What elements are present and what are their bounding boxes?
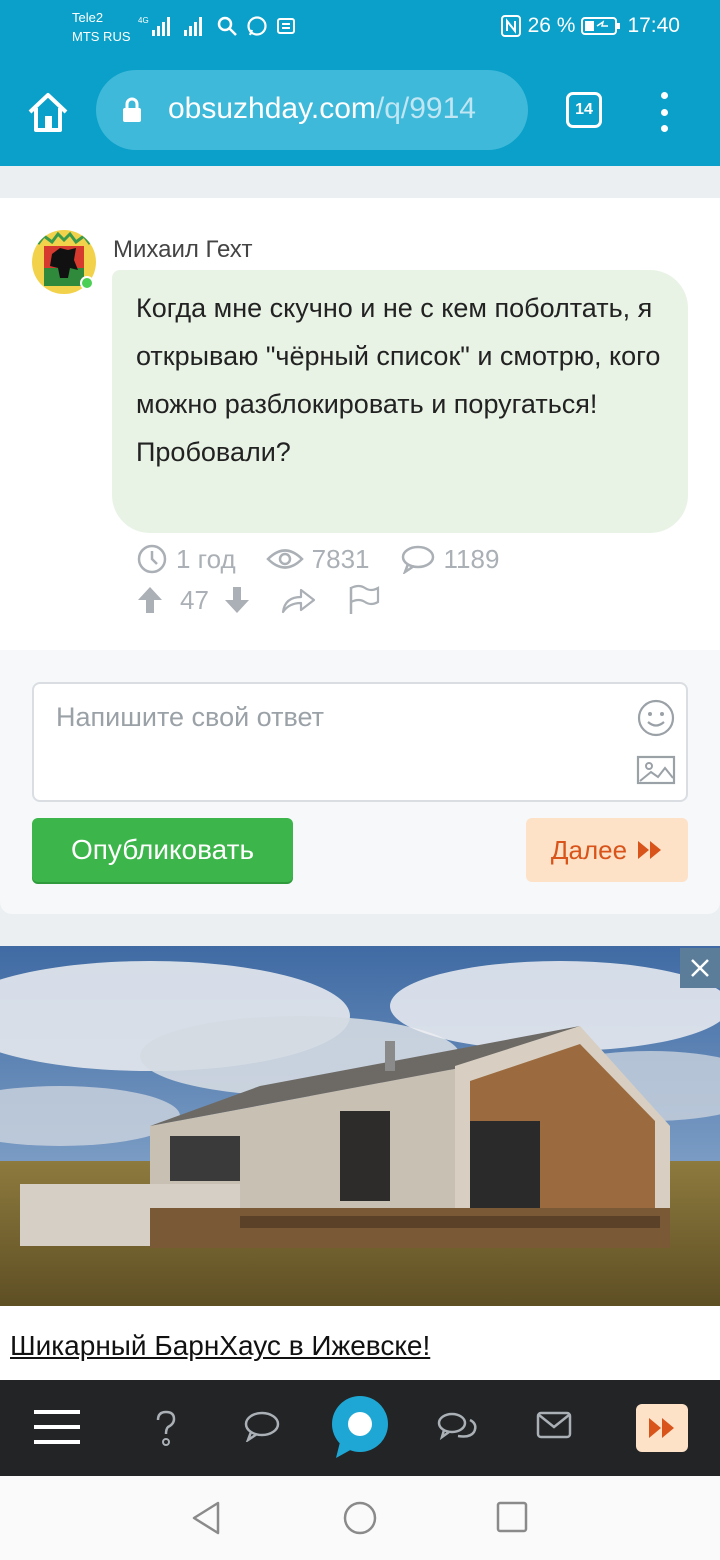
lock-icon	[123, 97, 141, 122]
post-actions: 47	[136, 584, 381, 616]
carrier-1: Tele2	[72, 10, 104, 25]
tabs-button[interactable]: 14	[566, 92, 602, 128]
eye-icon	[265, 549, 304, 569]
url-domain: obsuzhday.com	[168, 92, 376, 125]
next-label: Далее	[550, 834, 628, 865]
share-icon[interactable]	[279, 585, 317, 615]
vote-count: 47	[180, 584, 209, 615]
flag-icon[interactable]	[347, 584, 381, 616]
nfc-icon	[500, 15, 521, 37]
clock: 17:40	[627, 14, 680, 37]
overflow-menu-button[interactable]	[652, 92, 676, 132]
status-icons-left: 4G	[138, 14, 296, 38]
close-icon	[691, 959, 709, 977]
carrier-2: MTS RUS	[72, 29, 131, 44]
question-card: Михаил Гехт Когда мне скучно и не с кем …	[0, 198, 720, 650]
network-type-label: 4G	[138, 16, 149, 25]
ad-close-button[interactable]	[680, 948, 720, 988]
signal-icon-2	[184, 17, 202, 36]
conversations-icon[interactable]	[436, 1410, 478, 1444]
signal-icon: 4G	[138, 16, 170, 36]
url-text: obsuzhday.com/q/9914	[168, 92, 476, 126]
views-count: 7831	[265, 543, 370, 575]
question-icon[interactable]	[150, 1408, 182, 1448]
post-meta: 1 год 7831 1189	[136, 543, 529, 575]
home-circle-icon[interactable]	[342, 1500, 378, 1536]
bottom-navigation	[0, 1380, 720, 1476]
reply-section: Напишите свой ответ Опубликовать Далее	[0, 650, 720, 914]
fast-forward-icon	[649, 1418, 674, 1438]
address-bar[interactable]: obsuzhday.com/q/9914	[96, 70, 528, 150]
browser-toolbar: obsuzhday.com/q/9914 14	[0, 56, 720, 166]
home-icon[interactable]	[24, 88, 72, 136]
back-icon[interactable]	[190, 1500, 222, 1536]
fast-forward-icon	[638, 841, 662, 859]
whatsapp-icon	[247, 16, 267, 36]
chat-icon[interactable]	[243, 1410, 281, 1442]
post-age: 1 год	[136, 543, 236, 575]
publish-button[interactable]: Опубликовать	[32, 818, 293, 882]
post-age-text: 1 год	[176, 543, 236, 574]
downvote-icon[interactable]	[223, 585, 251, 615]
clock-icon	[137, 544, 167, 574]
app-logo-icon[interactable]	[326, 1392, 394, 1462]
image-icon[interactable]	[636, 754, 676, 786]
emoji-icon[interactable]	[636, 698, 676, 738]
next-button[interactable]: Далее	[526, 818, 688, 882]
views-text: 7831	[311, 543, 370, 574]
status-icons-right: 26 % 17:40	[500, 14, 680, 38]
message-icon	[277, 18, 295, 34]
mail-icon[interactable]	[536, 1410, 572, 1440]
ad-image[interactable]	[0, 946, 720, 1306]
status-bar: Tele2 MTS RUS 4G 26 % 17:40	[0, 0, 720, 56]
online-indicator	[80, 276, 94, 290]
comments-count[interactable]: 1189	[400, 543, 500, 575]
battery-percent: 26 %	[527, 14, 576, 37]
system-navigation-bar	[0, 1476, 720, 1560]
author-name[interactable]: Михаил Гехт	[113, 236, 253, 264]
ad-block[interactable]: Шикарный БарнХаус в Ижевске!	[0, 946, 720, 1380]
comments-text: 1189	[443, 543, 500, 574]
recents-icon[interactable]	[496, 1501, 528, 1533]
carrier-info: Tele2 MTS RUS	[72, 8, 131, 46]
next-question-button[interactable]	[636, 1404, 688, 1452]
url-path: /q/9914	[375, 92, 476, 125]
ad-title-link[interactable]: Шикарный БарнХаус в Ижевске!	[10, 1330, 430, 1362]
reply-placeholder: Напишите свой ответ	[56, 702, 324, 732]
publish-label: Опубликовать	[70, 834, 255, 865]
question-text: Когда мне скучно и не с кем поболтать, я…	[112, 270, 688, 533]
search-icon	[217, 16, 237, 36]
battery-icon	[581, 17, 621, 35]
comment-icon	[401, 545, 434, 574]
upvote-icon[interactable]	[136, 585, 164, 615]
hamburger-menu-icon[interactable]	[34, 1408, 80, 1446]
tab-count: 14	[575, 101, 593, 118]
reply-input[interactable]: Напишите свой ответ	[32, 682, 688, 802]
